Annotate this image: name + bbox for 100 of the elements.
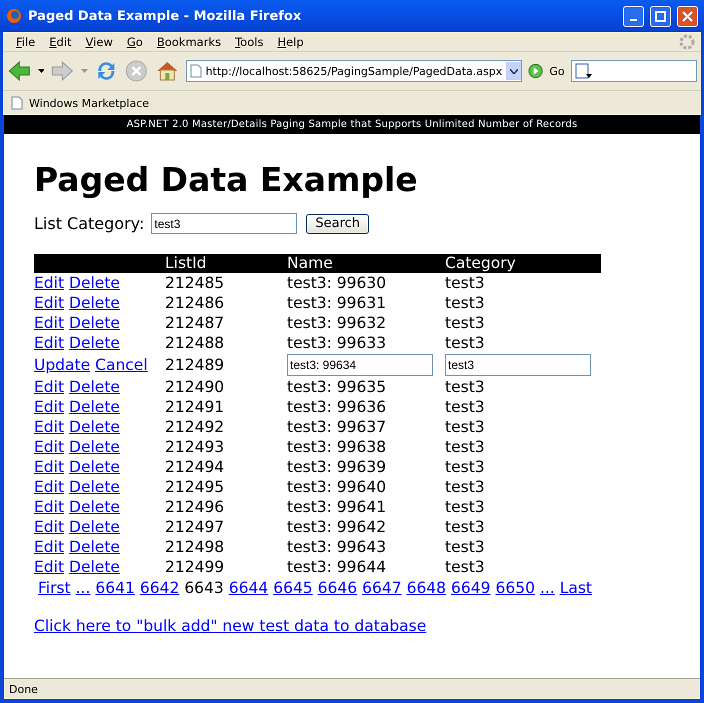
table-cell: 212486 bbox=[165, 294, 224, 312]
delete-link[interactable]: Delete bbox=[69, 274, 120, 292]
delete-link[interactable]: Delete bbox=[69, 498, 120, 516]
edit-link[interactable]: Edit bbox=[34, 498, 64, 516]
edit-link[interactable]: Edit bbox=[34, 458, 64, 476]
table-cell: test3 bbox=[445, 294, 485, 312]
menu-item[interactable]: Bookmarks bbox=[150, 34, 228, 48]
table-cell: test3 bbox=[445, 398, 485, 416]
search-engine-icon[interactable] bbox=[574, 63, 593, 79]
table-cell: test3: 99639 bbox=[287, 458, 386, 476]
table-cell: 212498 bbox=[165, 538, 224, 556]
menu-item[interactable]: File bbox=[9, 34, 42, 48]
edit-link[interactable]: Edit bbox=[34, 538, 64, 556]
update-link[interactable]: Update bbox=[34, 356, 90, 374]
go-icon[interactable] bbox=[528, 63, 544, 79]
close-button[interactable] bbox=[677, 6, 698, 26]
search-button[interactable]: Search bbox=[306, 214, 370, 234]
close-icon bbox=[682, 10, 693, 22]
home-icon[interactable] bbox=[154, 59, 180, 83]
menu-item[interactable]: Tools bbox=[228, 34, 270, 48]
delete-link[interactable]: Delete bbox=[69, 538, 120, 556]
minimize-button[interactable] bbox=[623, 6, 644, 26]
search-label: List Category: bbox=[34, 214, 144, 233]
page-link[interactable]: 6646 bbox=[318, 579, 358, 597]
maximize-button[interactable] bbox=[650, 6, 671, 26]
page-link[interactable]: 6650 bbox=[495, 579, 535, 597]
delete-link[interactable]: Delete bbox=[69, 334, 120, 352]
edit-link[interactable]: Edit bbox=[34, 334, 64, 352]
edit-link[interactable]: Edit bbox=[34, 518, 64, 536]
delete-link[interactable]: Delete bbox=[69, 314, 120, 332]
delete-link[interactable]: Delete bbox=[69, 418, 120, 436]
page-link[interactable]: 6641 bbox=[95, 579, 135, 597]
edit-link[interactable]: Edit bbox=[34, 294, 64, 312]
table-cell: test3: 99633 bbox=[287, 334, 386, 352]
delete-link[interactable]: Delete bbox=[69, 558, 120, 576]
menu-item[interactable]: View bbox=[78, 34, 120, 48]
column-header: ListId bbox=[165, 254, 287, 273]
page-link[interactable]: 6647 bbox=[362, 579, 402, 597]
table-cell: 212491 bbox=[165, 398, 224, 416]
delete-link[interactable]: Delete bbox=[69, 478, 120, 496]
table-cell: test3 bbox=[445, 334, 485, 352]
page-icon bbox=[11, 96, 23, 110]
delete-link[interactable]: Delete bbox=[69, 378, 120, 396]
menu-item[interactable]: Help bbox=[270, 34, 311, 48]
table-cell: 212492 bbox=[165, 418, 224, 436]
page-link[interactable]: First bbox=[38, 579, 71, 597]
menu-item[interactable]: Go bbox=[120, 34, 150, 48]
menu-item[interactable]: Edit bbox=[42, 34, 79, 48]
table-cell: test3 bbox=[445, 478, 485, 496]
table-cell: test3 bbox=[445, 558, 485, 576]
column-header: Name bbox=[287, 254, 445, 273]
table-cell: 212497 bbox=[165, 518, 224, 536]
table-cell: test3: 99640 bbox=[287, 478, 386, 496]
table-cell: 212495 bbox=[165, 478, 224, 496]
edit-link[interactable]: Edit bbox=[34, 398, 64, 416]
table-cell: test3: 99642 bbox=[287, 518, 386, 536]
edit-link[interactable]: Edit bbox=[34, 478, 64, 496]
category-input[interactable]: test3 bbox=[151, 213, 298, 234]
table-cell: test3: 99636 bbox=[287, 398, 386, 416]
page-link[interactable]: 6642 bbox=[140, 579, 180, 597]
table-cell: 212490 bbox=[165, 378, 224, 396]
go-label[interactable]: Go bbox=[549, 64, 565, 78]
edit-link[interactable]: Edit bbox=[34, 274, 64, 292]
dropdown-arrow-icon[interactable] bbox=[38, 69, 44, 73]
edit-link[interactable]: Edit bbox=[34, 418, 64, 436]
page-link[interactable]: ... bbox=[76, 579, 90, 597]
category-input[interactable]: test3 bbox=[445, 354, 591, 376]
table-cell: test3: 99638 bbox=[287, 438, 386, 456]
delete-link[interactable]: Delete bbox=[69, 294, 120, 312]
address-field[interactable]: http://localhost:58625/PagingSample/PagedData.aspx bbox=[186, 60, 522, 82]
cancel-link[interactable]: Cancel bbox=[95, 356, 148, 374]
minimize-icon bbox=[630, 18, 637, 20]
dropdown-button[interactable] bbox=[506, 62, 522, 80]
back-icon[interactable] bbox=[7, 59, 32, 83]
delete-link[interactable]: Delete bbox=[69, 518, 120, 536]
table-cell: test3: 99637 bbox=[287, 418, 386, 436]
page-link[interactable]: ... bbox=[540, 579, 555, 597]
caret-icon bbox=[510, 68, 518, 74]
page-link[interactable]: 6648 bbox=[406, 579, 446, 597]
delete-link[interactable]: Delete bbox=[69, 438, 120, 456]
page-link[interactable]: 6649 bbox=[451, 579, 490, 597]
delete-link[interactable]: Delete bbox=[69, 458, 120, 476]
table-cell: test3 bbox=[445, 314, 485, 332]
edit-link[interactable]: Edit bbox=[34, 378, 64, 396]
name-input[interactable]: test3: 99634 bbox=[287, 354, 433, 376]
bookmark-item[interactable]: Windows Marketplace bbox=[29, 96, 150, 110]
bulk-add-link[interactable]: Click here to "bulk add" new test data to database bbox=[34, 617, 426, 635]
table-cell: test3 bbox=[445, 418, 485, 436]
edit-link[interactable]: Edit bbox=[34, 438, 64, 456]
current-page: 6643 bbox=[184, 579, 224, 597]
search-field[interactable] bbox=[570, 60, 698, 82]
table-cell: test3: 99635 bbox=[287, 378, 386, 396]
edit-link[interactable]: Edit bbox=[34, 314, 64, 332]
delete-link[interactable]: Delete bbox=[69, 398, 120, 416]
page-link[interactable]: 6644 bbox=[228, 579, 268, 597]
page-link[interactable]: 6645 bbox=[273, 579, 313, 597]
table-cell: test3: 99644 bbox=[287, 558, 386, 576]
page-link[interactable]: Last bbox=[560, 579, 592, 597]
table-cell: 212494 bbox=[165, 458, 224, 476]
edit-link[interactable]: Edit bbox=[34, 558, 64, 576]
